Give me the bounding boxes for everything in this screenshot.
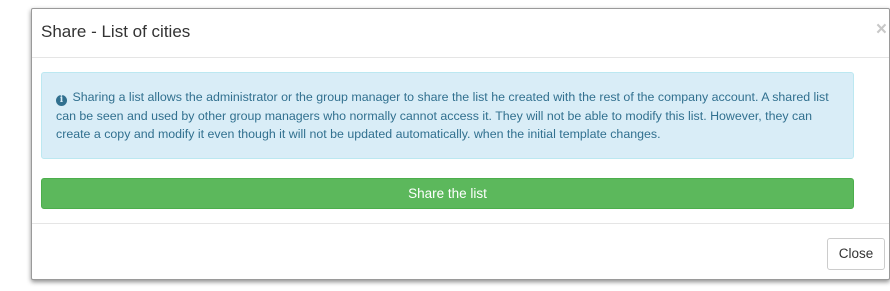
modal-title: Share - List of cities bbox=[41, 22, 191, 41]
info-circle-icon: i bbox=[56, 95, 67, 106]
modal-header: Share - List of cities × bbox=[32, 9, 889, 58]
close-icon[interactable]: × bbox=[876, 20, 887, 39]
share-modal: Share - List of cities × i Sharing a lis… bbox=[31, 8, 890, 280]
modal-body: i Sharing a list allows the administrato… bbox=[32, 58, 889, 224]
close-button[interactable]: Close bbox=[827, 238, 885, 270]
share-list-button[interactable]: Share the list bbox=[41, 178, 854, 209]
info-alert-text: Sharing a list allows the administrator … bbox=[56, 90, 829, 141]
info-alert: i Sharing a list allows the administrato… bbox=[41, 72, 854, 159]
modal-footer: Close bbox=[32, 224, 889, 281]
